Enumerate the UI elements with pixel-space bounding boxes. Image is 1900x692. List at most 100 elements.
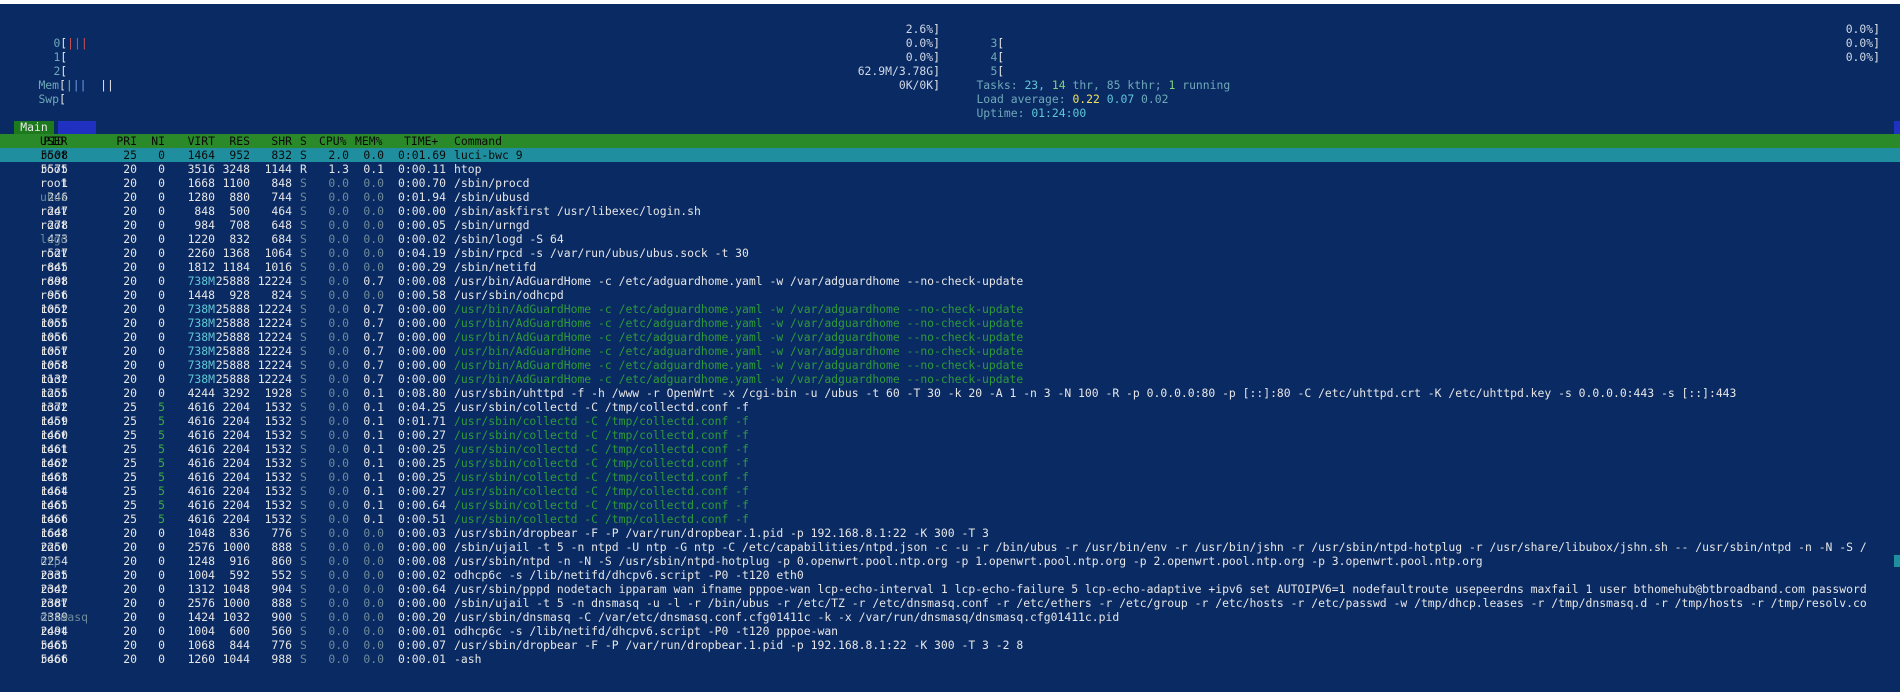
process-mem: 0.0 xyxy=(363,218,384,232)
column-time[interactable]: TIME+ xyxy=(404,134,438,148)
process-row[interactable]: 246 ubus 20 0 1280 880 744 S 0.0 0.0 0:01.94/sbin/… xyxy=(0,190,1900,204)
process-state: S xyxy=(300,568,307,582)
process-user: root xyxy=(40,372,68,386)
process-res: 25888 xyxy=(215,358,250,372)
column-cpu[interactable]: CPU% xyxy=(319,134,346,148)
process-state: R xyxy=(300,162,307,176)
process-table-header[interactable]: PID USER PRI NI VIRT RES SHR S CPU% MEM%… xyxy=(0,134,1900,148)
process-virt: 738M xyxy=(187,316,215,330)
process-row[interactable]: 1460 root 25 5 4616 2204 1532 S 0.0 0.1 0:00.27/us… xyxy=(0,428,1900,442)
process-virt: 4616 xyxy=(187,456,215,470)
process-row[interactable]: 5465 root 20 0 1068 844 776 S 0.0 0.0 0:00.07/usr/… xyxy=(0,638,1900,652)
process-row[interactable]: 2389 dnsmasq 20 0 1424 1032 900 S 0.0 0.0 0:00.20/… xyxy=(0,610,1900,624)
process-row[interactable]: 956 root 20 0 1448 928 824 S 0.0 0.0 0:00.58/usr/s… xyxy=(0,288,1900,302)
process-row[interactable]: 2250 root 20 0 2576 1000 888 S 0.0 0.0 0:00.00/sbi… xyxy=(0,540,1900,554)
column-s[interactable]: S xyxy=(300,134,307,148)
process-row[interactable]: 2494 root 20 0 1004 600 560 S 0.0 0.0 0:00.01 odhcp… xyxy=(0,624,1900,638)
process-nice: 0 xyxy=(158,246,165,260)
process-state: S xyxy=(300,218,307,232)
process-user: root xyxy=(40,568,68,582)
process-row[interactable]: 1461 root 25 5 4616 2204 1532 S 0.0 0.1 0:00.25/us… xyxy=(0,442,1900,456)
process-row[interactable]: 898 root 20 0 738M 25888 12224 S 0.0 0.7 0:00.08/u… xyxy=(0,274,1900,288)
process-row[interactable]: 2342 root 20 0 1312 1048 904 S 0.0 0.0 0:00.64/usr… xyxy=(0,582,1900,596)
process-row[interactable]: 1463 root 25 5 4616 2204 1532 S 0.0 0.1 0:00.25/us… xyxy=(0,470,1900,484)
process-state: S xyxy=(300,442,307,456)
process-command: /sbin/askfirst /usr/libexec/login.sh xyxy=(454,204,701,218)
process-shr: 552 xyxy=(271,568,292,582)
process-row[interactable]: 527 root 20 0 2260 1368 1064 S 0.0 0.0 0:04.19/sbi… xyxy=(0,246,1900,260)
process-row[interactable]: 1465 root 25 5 4616 2204 1532 S 0.0 0.1 0:00.64/us… xyxy=(0,498,1900,512)
process-user: root xyxy=(40,274,68,288)
column-user[interactable]: USER xyxy=(40,134,67,148)
process-priority: 25 xyxy=(123,456,137,470)
process-cpu: 0.0 xyxy=(328,582,349,596)
process-row[interactable]: 1648 root 20 0 1048 836 776 S 0.0 0.0 0:00.03/usr/… xyxy=(0,526,1900,540)
process-user: root xyxy=(40,316,68,330)
process-nice: 0 xyxy=(158,372,165,386)
column-virt[interactable]: VIRT xyxy=(188,134,215,148)
process-row[interactable]: 1372 root 25 5 4616 2204 1532 S 0.0 0.1 0:04.25/us… xyxy=(0,400,1900,414)
process-time: 0:00.58 xyxy=(398,288,447,302)
column-ni[interactable]: NI xyxy=(151,134,165,148)
process-row[interactable]: 2335 root 20 0 1004 592 552 S 0.0 0.0 0:00.02 odhcp… xyxy=(0,568,1900,582)
process-mem: 0.7 xyxy=(363,274,384,288)
process-row[interactable]: 845 root 20 0 1812 1184 1016 S 0.0 0.0 0:00.29/sbi… xyxy=(0,260,1900,274)
process-row[interactable]: 1255 root 20 0 4244 3292 1928 S 0.0 0.1 0:08.80/us… xyxy=(0,386,1900,400)
cpu-meter-5-percent: 0.0%] xyxy=(1845,50,1880,64)
process-row[interactable]: 1056 root 20 0 738M 25888 12224 S 0.0 0.7 0:00.00/… xyxy=(0,330,1900,344)
process-user: root xyxy=(40,498,68,512)
process-row[interactable]: 1132 root 20 0 738M 25888 12224 S 0.0 0.7 0:00.00/… xyxy=(0,372,1900,386)
process-shr: 1532 xyxy=(264,414,292,428)
process-row[interactable]: 1462 root 25 5 4616 2204 1532 S 0.0 0.1 0:00.25/us… xyxy=(0,456,1900,470)
row-overflow-marker xyxy=(1894,555,1900,567)
process-virt: 2576 xyxy=(187,596,215,610)
process-state: S xyxy=(300,610,307,624)
process-res: 836 xyxy=(229,526,250,540)
process-user: root xyxy=(40,428,68,442)
column-pri[interactable]: PRI xyxy=(116,134,137,148)
process-row[interactable]: 5575 root 20 0 3516 3248 1144 R 1.3 0.1 0:00.11 hto… xyxy=(0,162,1900,176)
process-shr: 1532 xyxy=(264,498,292,512)
process-nice: 0 xyxy=(158,260,165,274)
process-virt: 1048 xyxy=(187,526,215,540)
process-virt: 2260 xyxy=(187,246,215,260)
column-res[interactable]: RES xyxy=(229,134,250,148)
process-cpu: 0.0 xyxy=(328,652,349,666)
process-shr: 988 xyxy=(271,652,292,666)
tab-io[interactable]: I/O xyxy=(58,121,96,134)
process-cpu: 0.0 xyxy=(328,414,349,428)
process-row[interactable]: 1058 root 20 0 738M 25888 12224 S 0.0 0.7 0:00.00/… xyxy=(0,358,1900,372)
process-cpu: 0.0 xyxy=(328,624,349,638)
process-priority: 20 xyxy=(123,302,137,316)
process-user: root xyxy=(40,442,68,456)
process-row[interactable]: 2254 ntp 20 0 1248 916 860 S 0.0 0.0 0:00.08/usr/s… xyxy=(0,554,1900,568)
process-row[interactable]: 1052 root 20 0 738M 25888 12224 S 0.0 0.7 0:00.00/… xyxy=(0,302,1900,316)
process-row[interactable]: 473 logd 20 0 1220 832 684 S 0.0 0.0 0:00.02/sbin/… xyxy=(0,232,1900,246)
process-row[interactable]: 5508 root 25 0 1464 952 832 S 2.0 0.0 0:01.69 luci-… xyxy=(0,148,1900,162)
process-priority: 25 xyxy=(123,400,137,414)
process-row[interactable]: 5466 root 20 0 1260 1044 988 S 0.0 0.0 0:00.01 -ash xyxy=(0,652,1900,666)
column-command[interactable]: Command xyxy=(454,134,502,148)
process-row[interactable]: 1 root 20 0 1668 1100 848 S 0.0 0.0 0:00.70/sbin/p… xyxy=(0,176,1900,190)
process-row[interactable]: 2387 root 20 0 2576 1000 888 S 0.0 0.0 0:00.00/sbi… xyxy=(0,596,1900,610)
process-row[interactable]: 1055 root 20 0 738M 25888 12224 S 0.0 0.7 0:00.00/… xyxy=(0,316,1900,330)
tab-main[interactable]: Main xyxy=(14,121,54,134)
process-command: /usr/sbin/uhttpd -f -h /www -r OpenWrt -… xyxy=(454,386,1737,400)
process-cpu: 0.0 xyxy=(328,372,349,386)
process-row[interactable]: 1466 root 25 5 4616 2204 1532 S 0.0 0.1 0:00.51/us… xyxy=(0,512,1900,526)
process-shr: 684 xyxy=(271,232,292,246)
process-row[interactable]: 1459 root 25 5 4616 2204 1532 S 0.0 0.1 0:01.71/us… xyxy=(0,414,1900,428)
process-row[interactable]: 1464 root 25 5 4616 2204 1532 S 0.0 0.1 0:00.27/us… xyxy=(0,484,1900,498)
process-state: S xyxy=(300,176,307,190)
column-mem[interactable]: MEM% xyxy=(355,134,382,148)
process-res: 25888 xyxy=(215,344,250,358)
process-shr: 1532 xyxy=(264,442,292,456)
process-shr: 824 xyxy=(271,288,292,302)
process-row[interactable]: 1057 root 20 0 738M 25888 12224 S 0.0 0.7 0:00.00/… xyxy=(0,344,1900,358)
process-cpu: 0.0 xyxy=(328,442,349,456)
process-row[interactable]: 278 root 20 0 984 708 648 S 0.0 0.0 0:00.05/sbin/u… xyxy=(0,218,1900,232)
process-mem: 0.0 xyxy=(363,568,384,582)
column-shr[interactable]: SHR xyxy=(271,134,292,148)
process-row[interactable]: 247 root 20 0 848 500 464 S 0.0 0.0 0:00.00/sbin/a… xyxy=(0,204,1900,218)
process-cpu: 0.0 xyxy=(328,218,349,232)
